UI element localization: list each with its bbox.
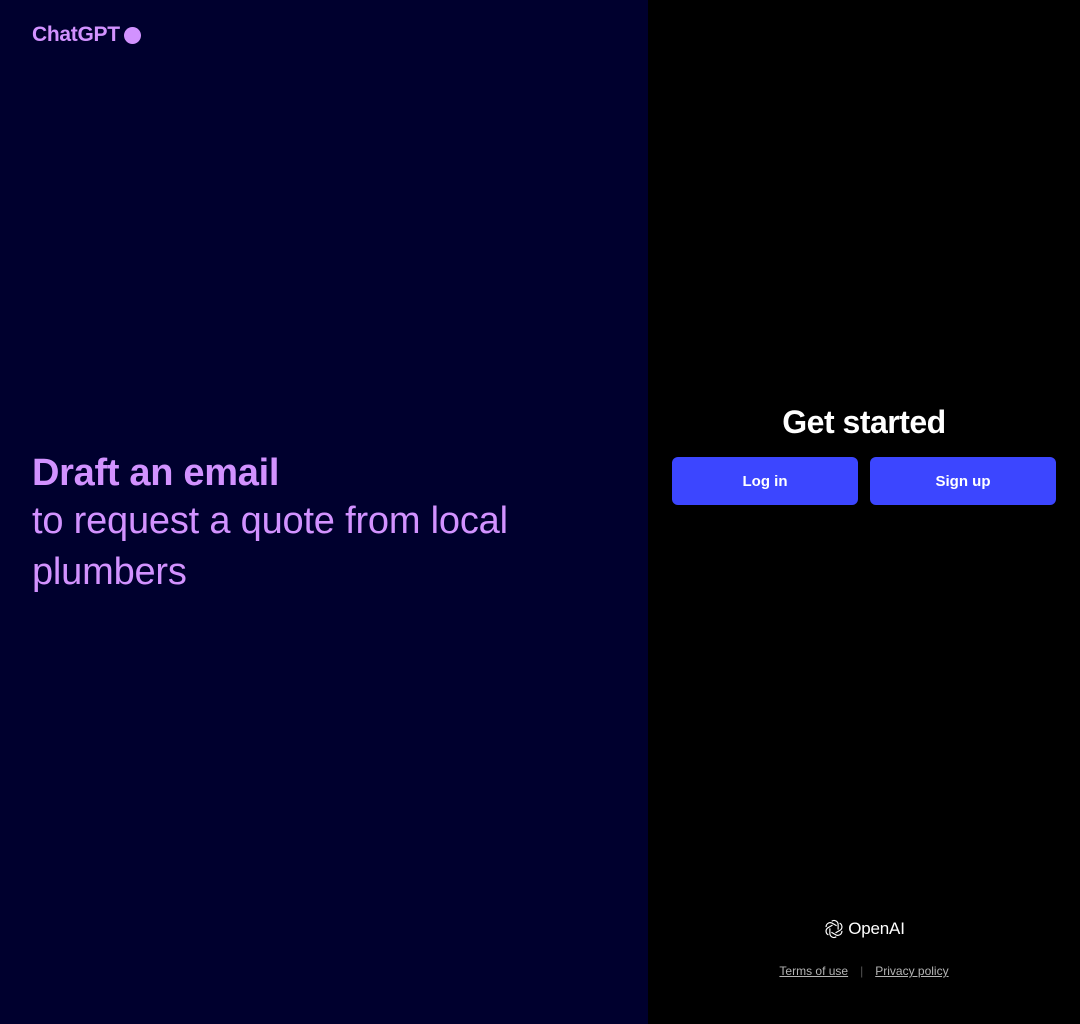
openai-logo[interactable]: OpenAI — [823, 916, 905, 942]
login-button[interactable]: Log in — [672, 457, 858, 505]
circle-dot-icon — [123, 26, 141, 44]
openai-logo-text: OpenAI — [848, 919, 905, 938]
brand-logo[interactable]: ChatGPT — [32, 23, 141, 47]
signup-button[interactable]: Sign up — [870, 457, 1056, 505]
terms-link[interactable]: Terms of use — [779, 964, 848, 978]
headline-rest: to request a quote from local plumbers — [32, 500, 508, 593]
left-panel: ChatGPT Draft an email to request a quot… — [0, 0, 648, 1024]
page: ChatGPT Draft an email to request a quot… — [0, 0, 1080, 1024]
privacy-link[interactable]: Privacy policy — [875, 964, 948, 978]
footer: OpenAI Terms of use | Privacy policy — [648, 916, 1080, 978]
headline-bold: Draft an email — [32, 452, 280, 494]
auth-buttons: Log in Sign up — [672, 457, 1056, 505]
footer-links: Terms of use | Privacy policy — [779, 964, 948, 978]
hero-headline: Draft an email to request a quote from l… — [32, 450, 592, 598]
brand-name: ChatGPT — [32, 23, 120, 46]
auth-title: Get started — [782, 404, 946, 440]
link-separator: | — [860, 964, 864, 978]
openai-knot-icon — [825, 919, 843, 939]
right-panel: Get started Log in Sign up OpenAI Terms … — [648, 0, 1080, 1024]
